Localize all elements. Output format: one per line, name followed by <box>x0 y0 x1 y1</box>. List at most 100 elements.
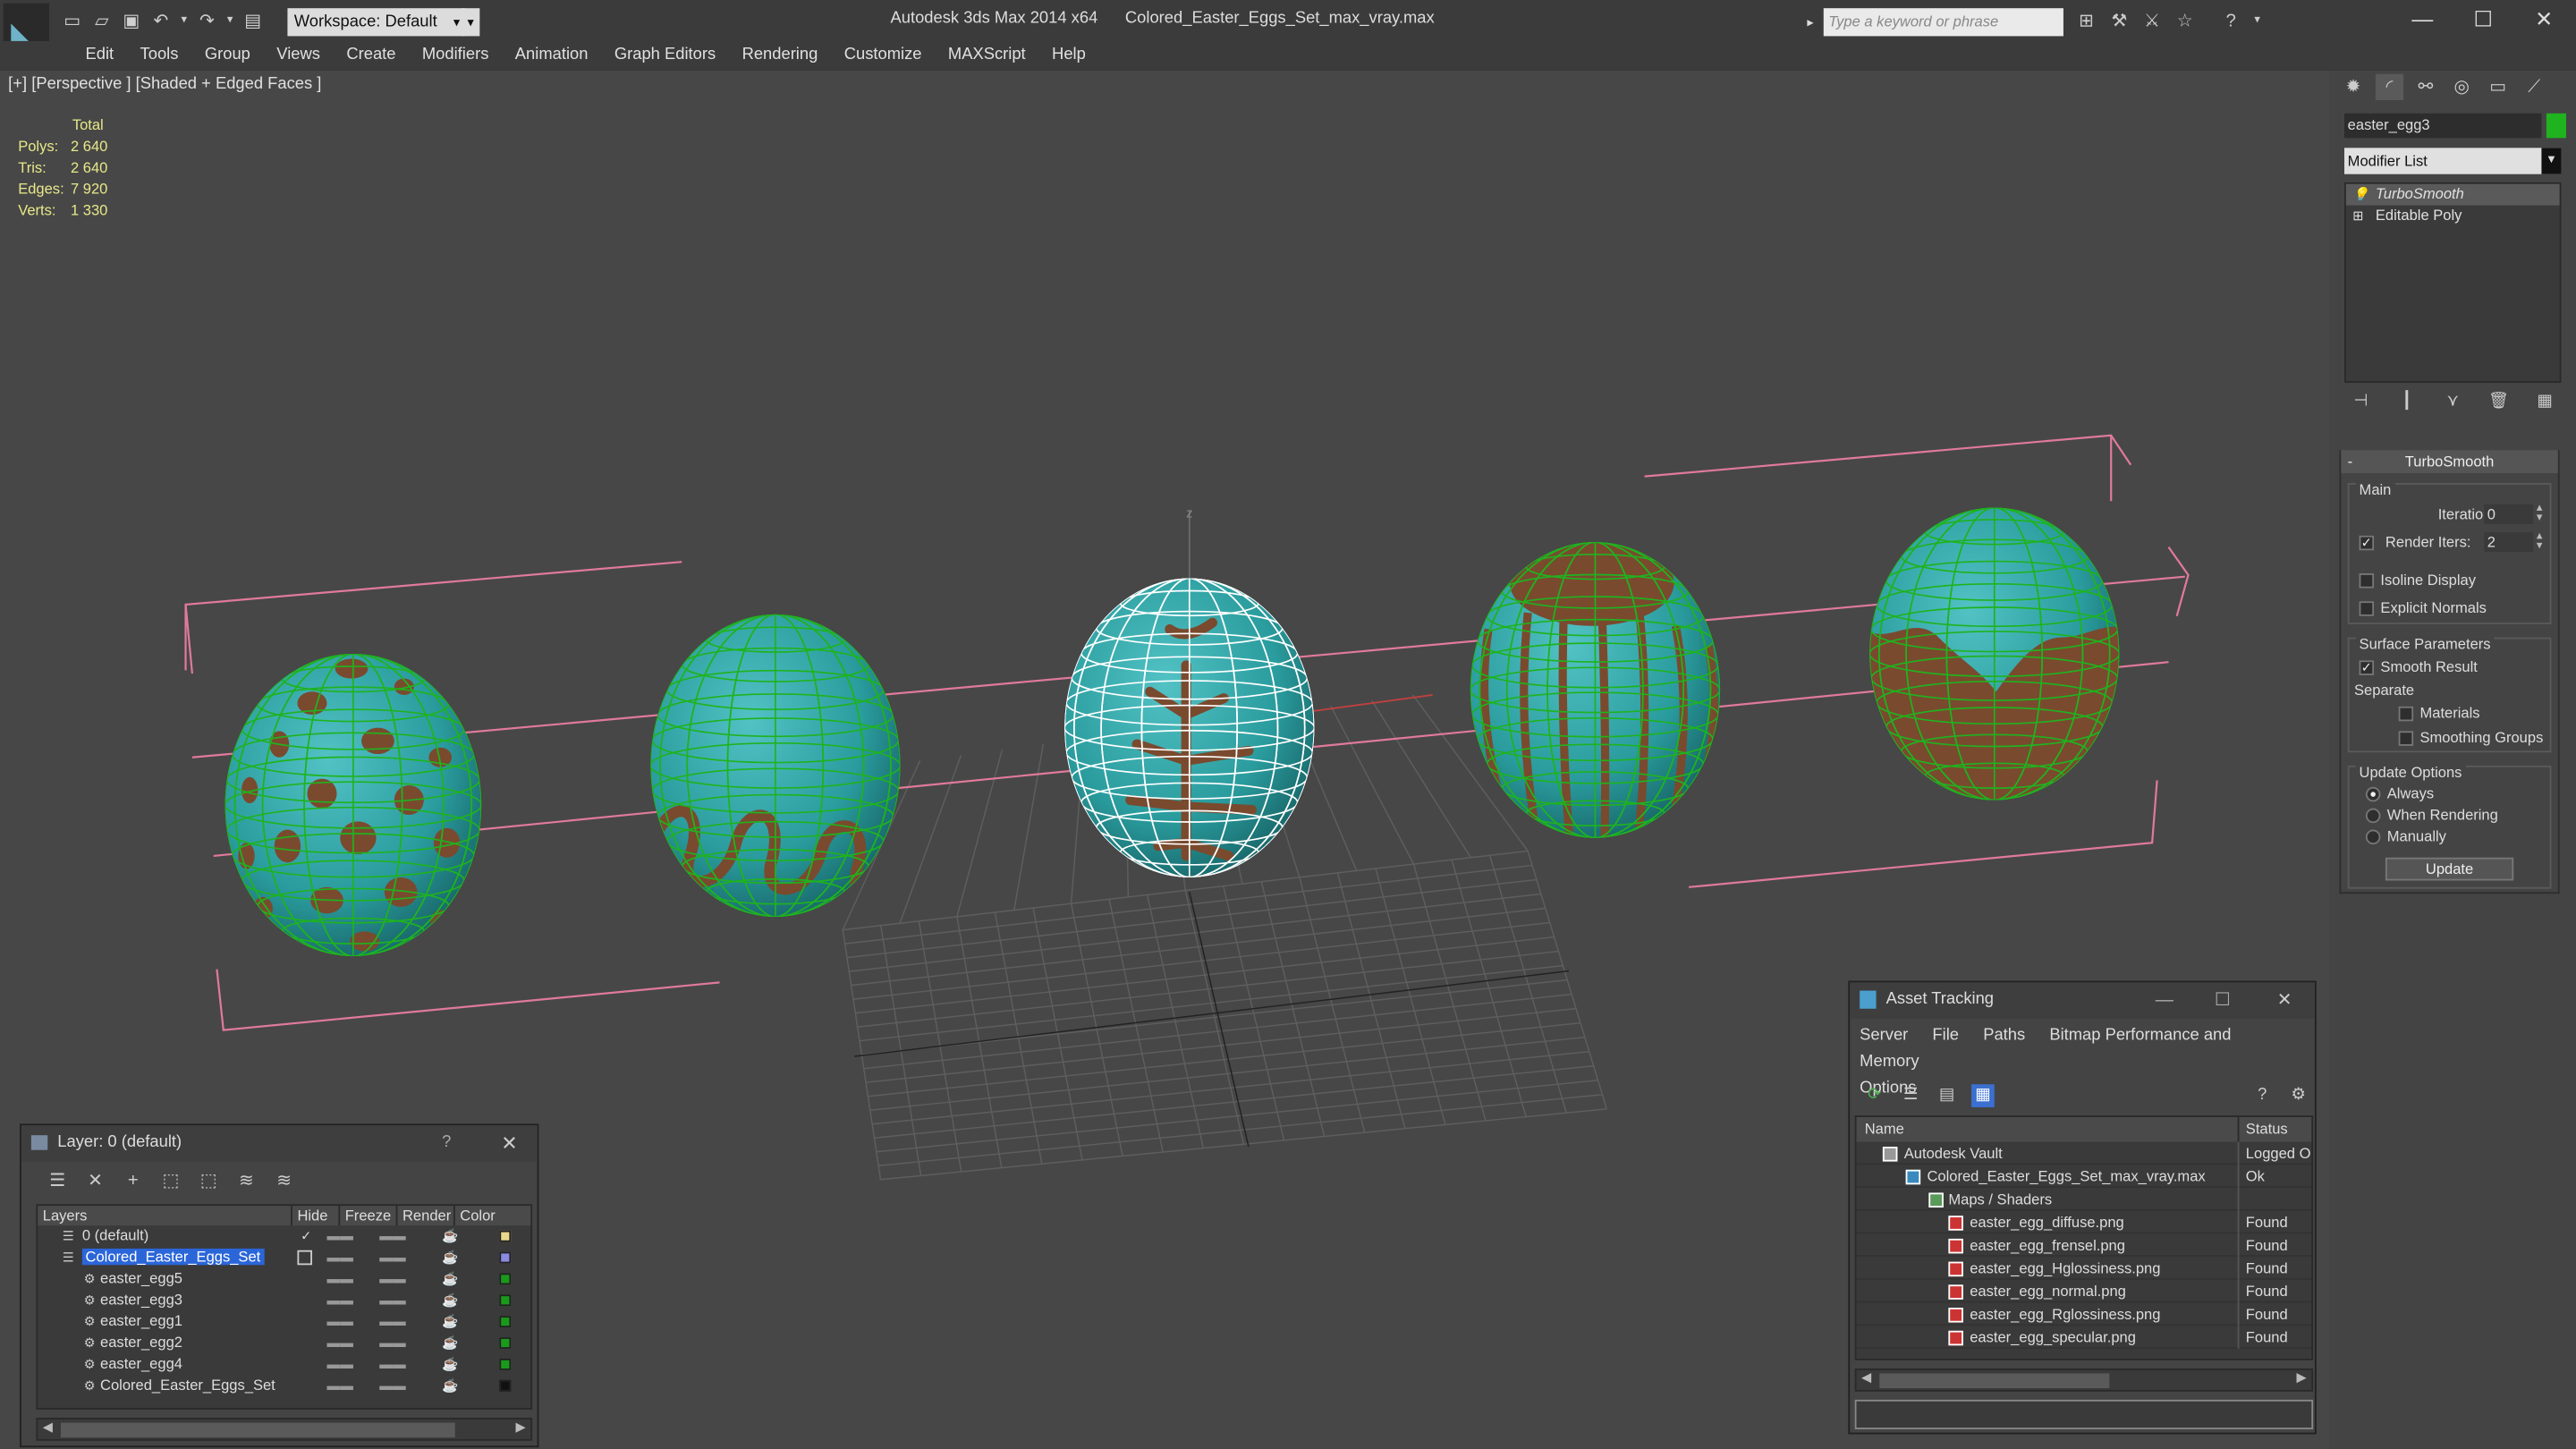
layer-row[interactable]: ⚙ easter_egg3 ▬▬ ▬▬ ☕ <box>38 1290 530 1311</box>
teapot-render-icon[interactable]: ☕ <box>442 1333 458 1354</box>
menu-paths[interactable]: Paths <box>1983 1027 2025 1045</box>
menu-help[interactable]: Help <box>1038 41 1098 71</box>
hide-toggle[interactable]: ▬▬ <box>327 1353 353 1375</box>
layer-color-swatch[interactable] <box>499 1294 512 1307</box>
layer-window-titlebar[interactable]: Layer: 0 (default) ? ✕ <box>21 1125 538 1162</box>
menu-file[interactable]: File <box>1932 1027 1959 1045</box>
teapot-render-icon[interactable]: ☕ <box>442 1225 458 1247</box>
layer-row[interactable]: ⚙ easter_egg1 ▬▬ ▬▬ ☕ <box>38 1311 530 1333</box>
teapot-render-icon[interactable]: ☕ <box>442 1247 458 1268</box>
menu-graph-editors[interactable]: Graph Editors <box>601 41 729 71</box>
list-view-icon[interactable]: ☰ <box>1899 1084 1922 1107</box>
pin-stack-icon[interactable]: ⊣ <box>2350 393 2373 412</box>
teapot-render-icon[interactable]: ☕ <box>442 1375 458 1396</box>
expand-plus-icon[interactable]: ⊞ <box>2352 206 2363 227</box>
scroll-right-icon[interactable]: ▶ <box>515 1419 525 1435</box>
scroll-right-icon[interactable]: ▶ <box>2296 1370 2306 1385</box>
when-rendering-radio[interactable]: When Rendering <box>2350 805 2550 826</box>
horizontal-scrollbar[interactable]: ◀ ▶ <box>1854 1368 2314 1392</box>
layer-color-swatch[interactable] <box>499 1358 512 1370</box>
asset-row[interactable]: easter_egg_normal.png Found <box>1856 1279 2312 1303</box>
hide-toggle[interactable]: ▬▬ <box>327 1268 353 1290</box>
redo-dropdown-icon[interactable]: ▾ <box>224 8 237 34</box>
layer-row[interactable]: ⚙ easter_egg4 ▬▬ ▬▬ ☕ <box>38 1353 530 1375</box>
freeze-toggle[interactable]: ▬▬ <box>379 1225 405 1247</box>
freeze-toggle[interactable]: ▬▬ <box>379 1311 405 1333</box>
object-name-field[interactable]: easter_egg3 <box>2344 113 2542 139</box>
asset-window-titlebar[interactable]: Asset Tracking — ☐ ✕ <box>1850 982 2315 1019</box>
always-radio[interactable]: Always <box>2350 784 2550 805</box>
layer-row-default[interactable]: ☰ 0 (default) ✓ ▬▬ ▬▬ ☕ <box>38 1225 530 1247</box>
asset-row[interactable]: Colored_Easter_Eggs_Set_max_vray.max Ok <box>1856 1165 2312 1188</box>
minimize-icon[interactable]: — <box>2156 982 2174 1018</box>
spinner-arrows-icon[interactable]: ▴ ▾ <box>2537 530 2550 552</box>
column-render[interactable]: Render <box>397 1206 455 1226</box>
easter-egg-spots[interactable] <box>225 654 482 956</box>
menu-edit[interactable]: Edit <box>72 41 127 71</box>
menu-server[interactable]: Server <box>1860 1027 1908 1045</box>
hide-toggle[interactable]: ▬▬ <box>327 1375 353 1396</box>
menu-bitmap-performance[interactable]: Bitmap Performance and Memory <box>1860 1027 2231 1072</box>
save-file-icon[interactable]: ▣ <box>118 8 144 34</box>
add-to-layer-icon[interactable]: + <box>120 1170 146 1193</box>
layer-row[interactable]: ⚙ Colored_Easter_Eggs_Set ▬▬ ▬▬ ☕ <box>38 1375 530 1396</box>
menu-animation[interactable]: Animation <box>502 41 601 71</box>
layer-row[interactable]: ⚙ easter_egg2 ▬▬ ▬▬ ☕ <box>38 1333 530 1354</box>
freeze-toggle[interactable]: ▬▬ <box>379 1290 405 1311</box>
menu-customize[interactable]: Customize <box>831 41 935 71</box>
show-end-result-icon[interactable]: ┃ <box>2395 393 2419 412</box>
column-hide[interactable]: Hide <box>292 1206 341 1226</box>
help-icon[interactable]: ? <box>2218 8 2244 34</box>
select-objects-icon[interactable]: ⬚ <box>157 1170 183 1193</box>
manually-radio[interactable]: Manually <box>2350 826 2550 848</box>
asset-row[interactable]: easter_egg_specular.png Found <box>1856 1326 2312 1349</box>
hide-toggle[interactable]: ▬▬ <box>327 1333 353 1354</box>
menu-create[interactable]: Create <box>334 41 410 71</box>
asset-row[interactable]: easter_egg_Rglossiness.png Found <box>1856 1302 2312 1326</box>
column-status[interactable]: Status <box>2237 1116 2288 1142</box>
undo-dropdown-icon[interactable]: ▾ <box>177 8 191 34</box>
teapot-render-icon[interactable]: ☕ <box>442 1353 458 1375</box>
modifier-list-dropdown[interactable]: Modifier List ▼ <box>2344 148 2562 174</box>
column-freeze[interactable]: Freeze <box>340 1206 398 1226</box>
easter-egg-curls[interactable] <box>650 614 901 917</box>
thumbnail-view-icon[interactable]: ▤ <box>1936 1084 1959 1107</box>
refresh-icon[interactable]: ⟳ <box>1863 1084 1886 1107</box>
hide-toggle[interactable]: ▬▬ <box>327 1290 353 1311</box>
modify-tab-icon[interactable]: ◜ <box>2375 73 2404 101</box>
layer-color-swatch[interactable] <box>499 1230 512 1242</box>
layer-color-swatch[interactable] <box>499 1379 512 1392</box>
workspace-dropdown[interactable]: Workspace: Default ▾ <box>287 8 465 37</box>
easter-egg-stripes[interactable] <box>1470 540 1721 888</box>
create-layer-icon[interactable]: ☰ <box>45 1170 71 1193</box>
layer-row[interactable]: ⚙ easter_egg5 ▬▬ ▬▬ ☕ <box>38 1268 530 1290</box>
menu-modifiers[interactable]: Modifiers <box>409 41 502 71</box>
asset-row[interactable]: easter_egg_diffuse.png Found <box>1856 1210 2312 1234</box>
maximize-icon[interactable]: ☐ <box>2453 4 2513 37</box>
viewport-label-menu[interactable]: [+] [Perspective ] [Shaded + Edged Faces… <box>8 75 321 93</box>
hierarchy-tab-icon[interactable]: ⚯ <box>2411 74 2439 100</box>
teapot-render-icon[interactable]: ☕ <box>442 1290 458 1311</box>
subscription-icon[interactable]: ⚒ <box>2106 8 2132 34</box>
binoculars-icon[interactable]: ⊞ <box>2073 8 2099 34</box>
layer-row-selected[interactable]: ☰ Colored_Easter_Eggs_Set ▬▬ ▬▬ ☕ <box>38 1247 530 1268</box>
lightbulb-icon[interactable]: 💡 <box>2352 184 2368 206</box>
rollout-header[interactable]: - TurboSmooth <box>2341 450 2558 473</box>
smoothing-groups-row[interactable]: Smoothing Groups <box>2350 726 2550 751</box>
materials-row[interactable]: Materials <box>2350 701 2550 726</box>
remove-modifier-icon[interactable]: 🗑 <box>2487 393 2511 412</box>
layer-color-swatch[interactable] <box>499 1337 512 1349</box>
configure-modifier-sets-icon[interactable]: ▦ <box>2533 393 2556 412</box>
spinner-arrows-icon[interactable]: ▴ ▾ <box>2537 503 2550 524</box>
close-icon[interactable]: ✕ <box>2513 4 2574 37</box>
delete-layer-icon[interactable]: ✕ <box>82 1170 108 1193</box>
table-view-icon[interactable]: ▦ <box>1971 1084 1995 1107</box>
column-layers[interactable]: Layers <box>38 1206 292 1226</box>
scroll-left-icon[interactable]: ◀ <box>1861 1370 1871 1385</box>
minimize-icon[interactable]: — <box>2392 4 2453 37</box>
menu-group[interactable]: Group <box>191 41 263 71</box>
search-input[interactable]: Type a keyword or phrase <box>1823 8 2063 37</box>
open-file-icon[interactable]: ▱ <box>89 8 114 34</box>
help-icon[interactable]: ? <box>442 1125 451 1161</box>
redo-icon[interactable]: ↷ <box>194 8 220 34</box>
